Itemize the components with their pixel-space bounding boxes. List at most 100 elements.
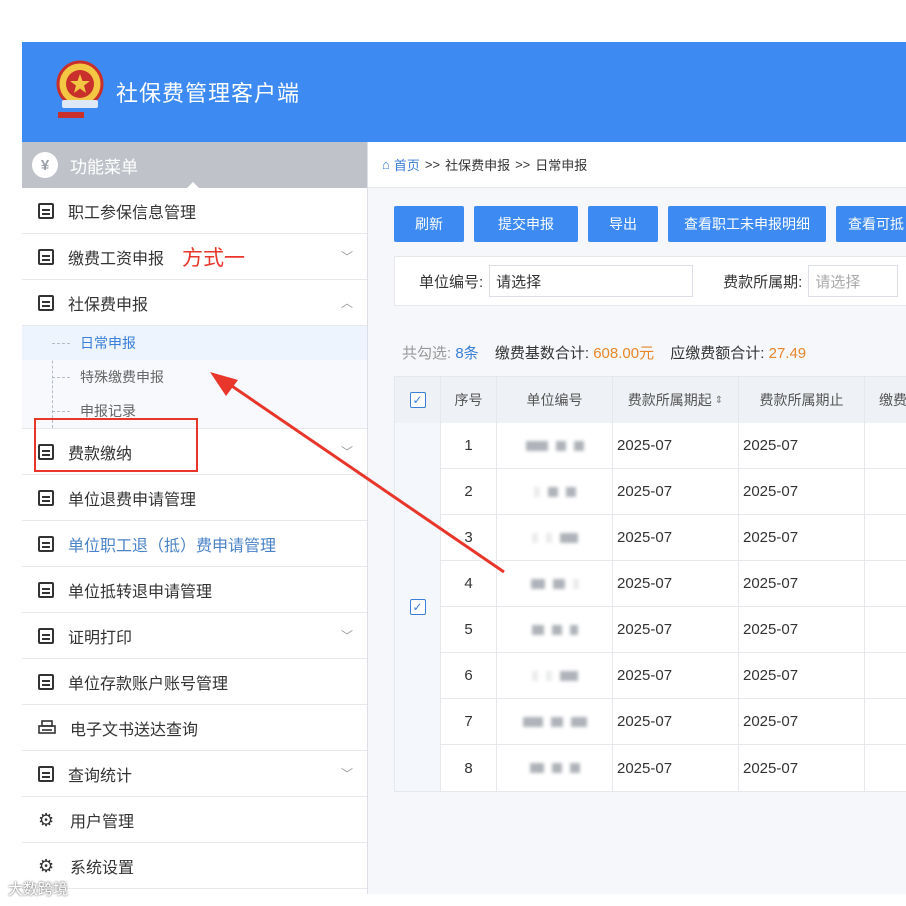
sort-icon[interactable]: ⇕ [715, 395, 723, 406]
sidebar-item-label: 电子文书送达查询 [70, 721, 199, 739]
table-row[interactable]: 5 2025-07 2025-07 [441, 607, 906, 653]
cell-no: 1 [441, 423, 497, 468]
selection-summary: 共勾选: 8条 缴费基数合计: 608.00元 应缴费额合计: 27.49 [402, 342, 806, 363]
base-total-value: 608.00元 [593, 345, 655, 362]
watermark: 大数跨境 [8, 878, 68, 899]
cell-unit-number-redacted [497, 515, 613, 560]
select-all-checkbox[interactable]: ✓ [409, 392, 426, 408]
table-row[interactable]: 2 2025-07 2025-07 [441, 469, 906, 515]
cell-period-end: 2025-07 [739, 515, 865, 560]
refresh-button[interactable]: 刷新 [394, 206, 464, 242]
table-row[interactable]: 8 2025-07 2025-07 [441, 745, 906, 791]
chevron-down-icon: ﹀ [340, 767, 353, 781]
cell-period-end: 2025-07 [739, 607, 865, 652]
main-content: ⌂ 首页 >> 社保费申报 >> 日常申报 刷新 提交申报 导出 查看职工未申报… [368, 142, 906, 894]
sidebar-item-user-management[interactable]: ⚙ 用户管理 [22, 797, 367, 843]
sidebar-item-system-settings[interactable]: ⚙ 系统设置 [22, 843, 367, 889]
table-row[interactable]: 6 2025-07 2025-07 [441, 653, 906, 699]
sidebar-item-label: 职工参保信息管理 [68, 204, 197, 222]
view-offset-button[interactable]: 查看可抵 [836, 206, 906, 242]
breadcrumb: ⌂ 首页 >> 社保费申报 >> 日常申报 [368, 142, 906, 188]
header-period-start-label: 费款所属期起 [627, 392, 712, 408]
sidebar-item-staff-refund[interactable]: 单位职工退（抵）费申请管理 [22, 521, 367, 567]
sidebar-item-social-fee-declaration[interactable]: 社保费申报 ︿ [22, 280, 367, 326]
base-total-label: 缴费基数合计: [494, 345, 590, 362]
cell-unit-number-redacted [497, 469, 613, 514]
cell-period-start: 2025-07 [613, 515, 739, 560]
breadcrumb-level1[interactable]: 社保费申报 [445, 155, 510, 174]
chevron-down-icon: ﹀ [340, 445, 353, 459]
sidebar: ¥ 功能菜单 职工参保信息管理 缴费工资申报 方式一 ﹀ 社保费申报 ︿ 日常申… [22, 142, 368, 894]
chevron-down-icon: ﹀ [340, 629, 353, 643]
tax-emblem-icon [56, 60, 104, 118]
cell-no: 4 [441, 561, 497, 606]
watermark-text: 大数跨境 [8, 881, 69, 898]
table-row[interactable]: 7 2025-07 2025-07 [441, 699, 906, 745]
cell-period-start: 2025-07 [613, 745, 739, 791]
rows-checkbox[interactable]: ✓ [409, 599, 426, 615]
table-row[interactable]: 3 2025-07 2025-07 [441, 515, 906, 561]
selected-count: 8条 [455, 345, 479, 362]
chevron-down-icon: ﹀ [340, 250, 353, 264]
sidebar-item-query-stats[interactable]: 查询统计 ﹀ [22, 751, 367, 797]
chart-icon [38, 765, 54, 782]
sidebar-item-certificate-print[interactable]: 证明打印 ﹀ [22, 613, 367, 659]
function-menu-label: 功能菜单 [70, 157, 138, 177]
list-icon [38, 535, 54, 552]
export-button[interactable]: 导出 [588, 206, 658, 242]
table-header: ✓ 序号 单位编号 费款所属期起 ⇕ 费款所属期止 缴费 [395, 377, 906, 423]
sidebar-item-label: 用户管理 [70, 813, 135, 831]
home-icon: ⌂ [382, 157, 390, 172]
sidebar-item-wage-declaration[interactable]: 缴费工资申报 方式一 ﹀ [22, 234, 367, 280]
unit-number-select[interactable]: 请选择 [489, 265, 694, 297]
cell-no: 8 [441, 745, 497, 791]
rows-checkbox-column: ✓ [395, 423, 441, 791]
submenu-item-daily-declaration[interactable]: 日常申报 [22, 326, 367, 360]
cell-period-end: 2025-07 [739, 423, 865, 468]
sidebar-item-staff-insurance[interactable]: 职工参保信息管理 [22, 188, 367, 234]
header-period-start[interactable]: 费款所属期起 ⇕ [613, 377, 739, 423]
submenu-social-fee: 日常申报 特殊缴费申报 申报记录 [22, 326, 367, 429]
sidebar-item-label: 单位存款账户账号管理 [68, 675, 229, 693]
cell-payment [865, 469, 906, 514]
gear-icon: ⚙ [38, 855, 55, 876]
chevron-up-icon: ︿ [340, 296, 353, 310]
cell-period-start: 2025-07 [613, 607, 739, 652]
book-icon [38, 673, 54, 690]
edit-icon [38, 248, 54, 265]
cell-period-start: 2025-07 [613, 699, 739, 744]
cell-payment [865, 561, 906, 606]
document-icon [38, 627, 54, 644]
table-row[interactable]: 1 2025-07 2025-07 [441, 423, 906, 469]
cell-no: 2 [441, 469, 497, 514]
header-payment: 缴费 [865, 377, 906, 423]
gear-icon: ⚙ [38, 809, 55, 830]
cell-period-end: 2025-07 [739, 699, 865, 744]
table-row[interactable]: 4 2025-07 2025-07 [441, 561, 906, 607]
cell-period-start: 2025-07 [613, 653, 739, 698]
yen-icon: ¥ [32, 152, 58, 178]
annotation-method-one: 方式一 [182, 246, 246, 270]
cell-no: 5 [441, 607, 497, 652]
breadcrumb-separator: >> [424, 157, 441, 172]
sidebar-item-e-document[interactable]: 电子文书送达查询 [22, 705, 367, 751]
sidebar-item-label: 证明打印 [68, 629, 133, 647]
table-rows: 1 2025-07 2025-07 2 2025-07 2025-07 3 2025-07 20… [441, 423, 906, 791]
sidebar-item-offset-refund[interactable]: 单位抵转退申请管理 [22, 567, 367, 613]
printer-icon [38, 719, 56, 736]
view-undeclared-button[interactable]: 查看职工未申报明细 [668, 206, 826, 242]
cell-no: 6 [441, 653, 497, 698]
cell-unit-number-redacted [497, 561, 613, 606]
sidebar-item-deposit-account[interactable]: 单位存款账户账号管理 [22, 659, 367, 705]
submenu-item-special-payment[interactable]: 特殊缴费申报 [22, 360, 367, 394]
sidebar-item-unit-refund[interactable]: 单位退费申请管理 [22, 475, 367, 521]
function-menu-header[interactable]: ¥ 功能菜单 [22, 142, 367, 189]
period-select[interactable]: 请选择 [808, 265, 899, 297]
submit-declaration-button[interactable]: 提交申报 [474, 206, 578, 242]
highlight-box [34, 418, 198, 472]
app-window: 社保费管理客户端 ¥ 功能菜单 职工参保信息管理 缴费工资申报 方式一 ﹀ 社保… [22, 42, 906, 894]
header-unit-number: 单位编号 [497, 377, 613, 423]
app-title: 社保费管理客户端 [116, 81, 301, 106]
breadcrumb-home[interactable]: 首页 [394, 155, 420, 174]
sidebar-item-label: 单位退费申请管理 [68, 491, 197, 509]
